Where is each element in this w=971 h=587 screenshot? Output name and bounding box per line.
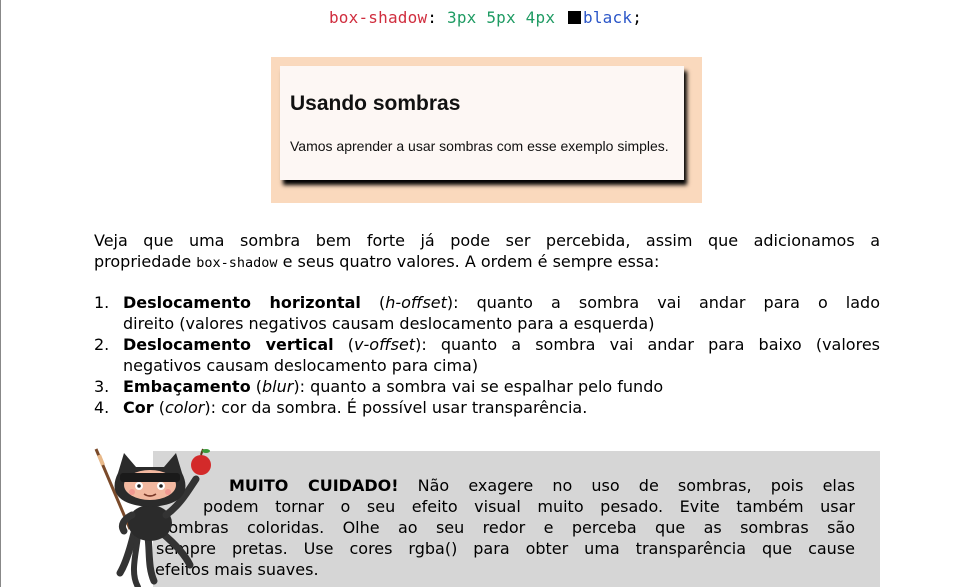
list-term: Deslocamento vertical bbox=[123, 335, 334, 354]
intro-line-1: Veja que uma sombra bem forte já pode se… bbox=[94, 231, 880, 250]
list-desc-cont: negativos causam deslocamento para cima) bbox=[123, 356, 479, 375]
shadow-demo-frame: Usando sombras Vamos aprender a usar som… bbox=[271, 57, 702, 203]
intro-paragraph: Veja que uma sombra bem forte já pode se… bbox=[94, 230, 880, 274]
code-semicolon: ; bbox=[632, 8, 643, 27]
code-colon: : bbox=[427, 8, 438, 27]
warning-line-5: efeitos mais suaves. bbox=[155, 560, 319, 579]
list-number: 1. bbox=[94, 293, 110, 312]
list-desc: : quanto a sombra vai andar para o lado bbox=[453, 293, 881, 312]
css-code-line: box-shadow: 3px 5px 4px black; bbox=[0, 8, 971, 27]
warning-line-3: sombras coloridas. Olhe ao seu redor e p… bbox=[160, 518, 855, 537]
shadow-demo-box: Usando sombras Vamos aprender a usar som… bbox=[280, 66, 684, 180]
warning-strong: MUITO CUIDADO! bbox=[229, 476, 399, 495]
list-item: 3. Embaçamento (blur): quanto a sombra v… bbox=[94, 377, 664, 396]
code-blur: 4px bbox=[525, 8, 556, 27]
warning-line-1: MUITO CUIDADO! Não exagere no uso de som… bbox=[229, 476, 856, 495]
intro-post: e seus quatro valores. A ordem é sempre … bbox=[277, 252, 660, 271]
list-item: 2. Deslocamento vertical (v-offset): qua… bbox=[94, 335, 880, 375]
demo-text: Vamos aprender a usar sombras com esse e… bbox=[290, 138, 669, 154]
intro-pre: propriedade bbox=[94, 252, 197, 271]
warning-line-2: podem tornar o seu efeito visual muito p… bbox=[203, 497, 855, 516]
list-desc-cont: direito (valores negativos causam desloc… bbox=[123, 314, 655, 333]
list-desc: : cor da sombra. É possível usar transpa… bbox=[210, 398, 588, 417]
code-color: black bbox=[583, 8, 633, 27]
code-h-offset: 3px bbox=[446, 8, 477, 27]
list-term: Cor bbox=[123, 398, 154, 417]
list-number: 3. bbox=[94, 377, 110, 396]
list-item: 1. Deslocamento horizontal (h-offset): q… bbox=[94, 293, 881, 333]
list-alias: h-offset bbox=[385, 293, 447, 312]
code-property: box-shadow bbox=[328, 8, 428, 27]
list-item: 4. Cor (color): cor da sombra. É possíve… bbox=[94, 398, 588, 417]
octocat-ninja-icon bbox=[94, 448, 211, 587]
page-left-border bbox=[0, 0, 1, 587]
warning-line-4: sempre pretas. Use cores rgba() para obt… bbox=[156, 539, 855, 558]
list-alias: blur bbox=[262, 377, 294, 396]
intro-code: box-shadow bbox=[196, 255, 278, 271]
list-desc: : quanto a sombra vai andar para baixo (… bbox=[421, 335, 880, 354]
color-swatch-icon bbox=[568, 11, 582, 24]
demo-title: Usando sombras bbox=[290, 92, 461, 115]
warning-text: MUITO CUIDADO! Não exagere no uso de som… bbox=[155, 475, 856, 580]
list-desc: : quanto a sombra vai se espalhar pelo f… bbox=[299, 377, 664, 396]
code-v-offset: 5px bbox=[486, 8, 516, 27]
list-number: 4. bbox=[94, 398, 110, 417]
list-alias: v-offset bbox=[354, 335, 416, 354]
list-term: Embaçamento bbox=[123, 377, 251, 396]
shadow-values-list: 1. Deslocamento horizontal (h-offset): q… bbox=[94, 292, 880, 418]
list-alias: color bbox=[164, 398, 205, 417]
list-term: Deslocamento horizontal bbox=[123, 293, 361, 312]
list-number: 2. bbox=[94, 335, 110, 354]
warning-box: MUITO CUIDADO! Não exagere no uso de som… bbox=[153, 451, 880, 587]
